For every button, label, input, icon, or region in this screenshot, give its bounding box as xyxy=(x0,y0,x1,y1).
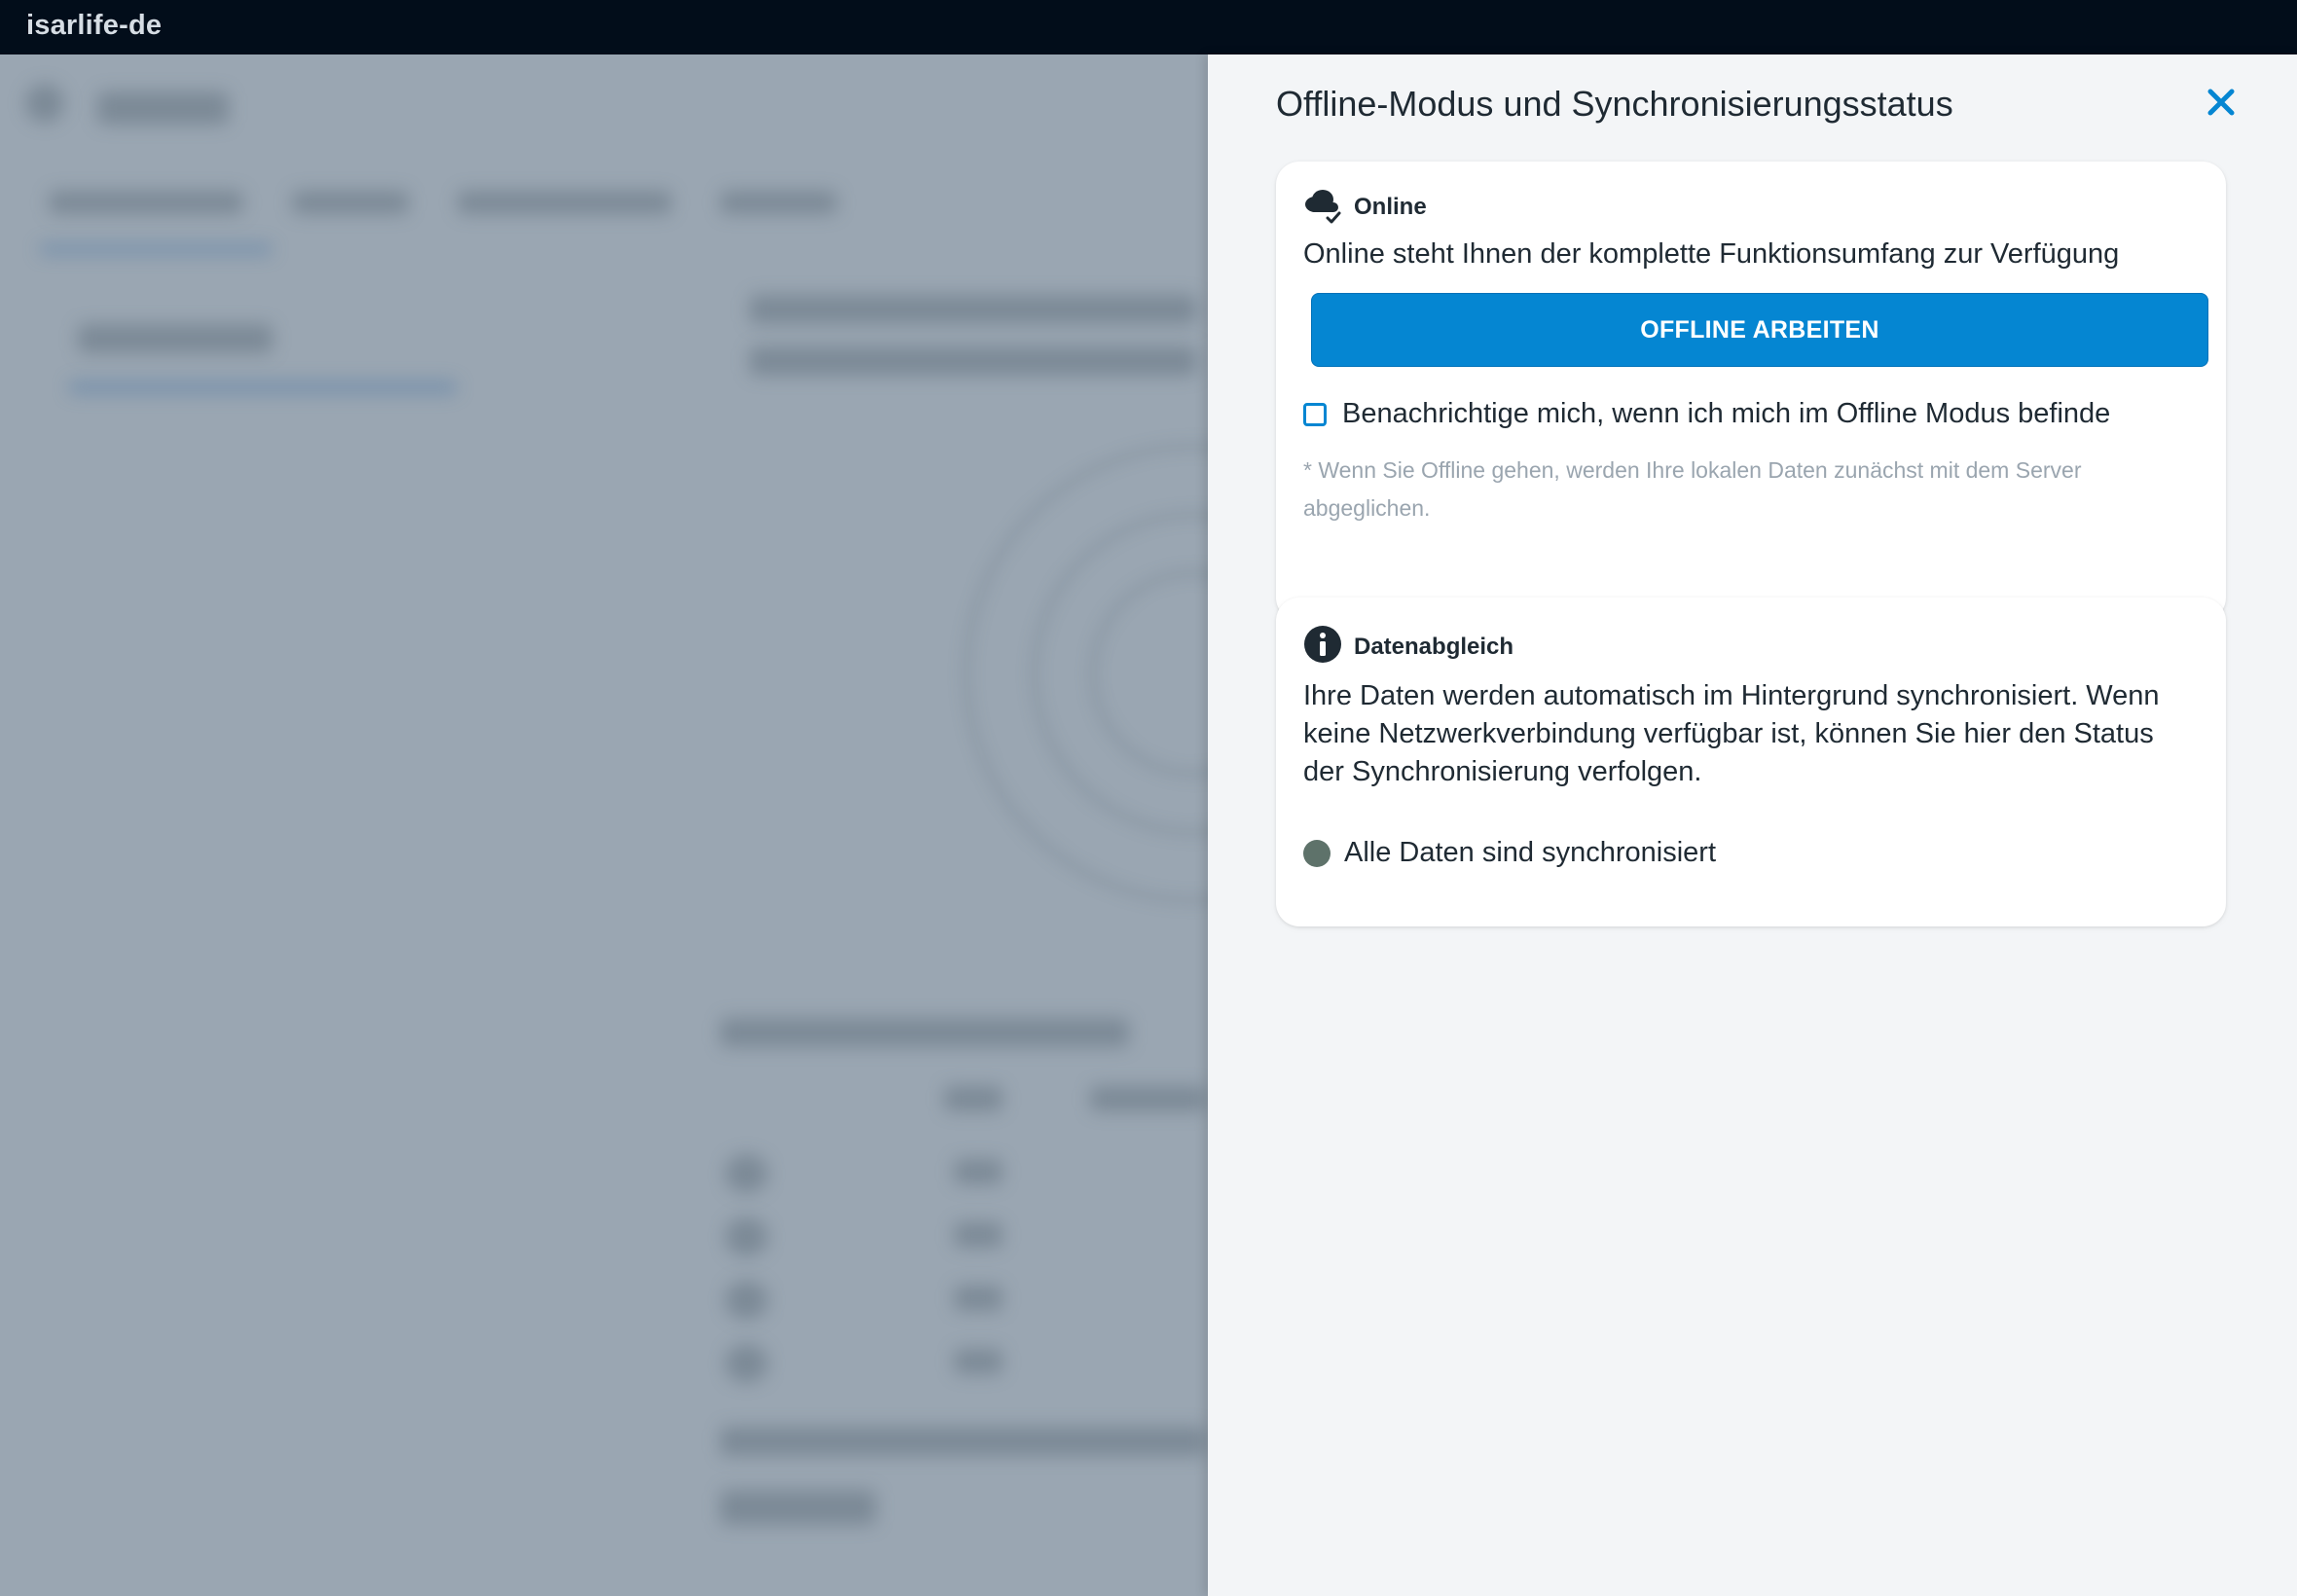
app-title: isarlife-de xyxy=(26,10,163,41)
info-icon xyxy=(1303,625,1342,669)
notify-offline-label[interactable]: Benachrichtige mich, wenn ich mich im Of… xyxy=(1342,398,2110,430)
top-bar: isarlife-de xyxy=(0,0,2297,54)
offline-sync-panel: Offline-Modus und Synchronisierungsstatu… xyxy=(1208,54,2297,1596)
cloud-check-icon xyxy=(1303,185,1342,229)
online-description: Online steht Ihnen der komplette Funktio… xyxy=(1303,238,2120,270)
close-button[interactable] xyxy=(2197,80,2245,128)
blurred-backdrop[interactable] xyxy=(0,54,1208,1596)
panel-title: Offline-Modus und Synchronisierungsstatu… xyxy=(1276,84,1953,124)
sync-card-header: Datenabgleich xyxy=(1303,625,1513,669)
offline-sync-note: * Wenn Sie Offline gehen, werden Ihre lo… xyxy=(1303,457,2082,521)
work-offline-button[interactable]: OFFLINE ARBEITEN xyxy=(1311,293,2208,367)
online-heading: Online xyxy=(1354,193,1427,220)
data-sync-card: Datenabgleich Ihre Daten werden automati… xyxy=(1276,598,2226,926)
sync-heading: Datenabgleich xyxy=(1354,633,1514,660)
sync-status-dot xyxy=(1303,839,1331,867)
close-icon[interactable] xyxy=(2206,88,2236,122)
notify-offline-checkbox[interactable] xyxy=(1303,402,1327,426)
sync-status-label: Alle Daten sind synchronisiert xyxy=(1344,837,1717,868)
online-status-card: Online Online steht Ihnen der komplette … xyxy=(1276,162,2226,621)
sync-description: Ihre Daten werden automatisch im Hinterg… xyxy=(1303,680,2160,787)
notify-offline-row[interactable]: Benachrichtige mich, wenn ich mich im Of… xyxy=(1303,398,2110,430)
sync-status-row: Alle Daten sind synchronisiert xyxy=(1303,837,1716,869)
online-card-header: Online xyxy=(1303,185,1427,229)
